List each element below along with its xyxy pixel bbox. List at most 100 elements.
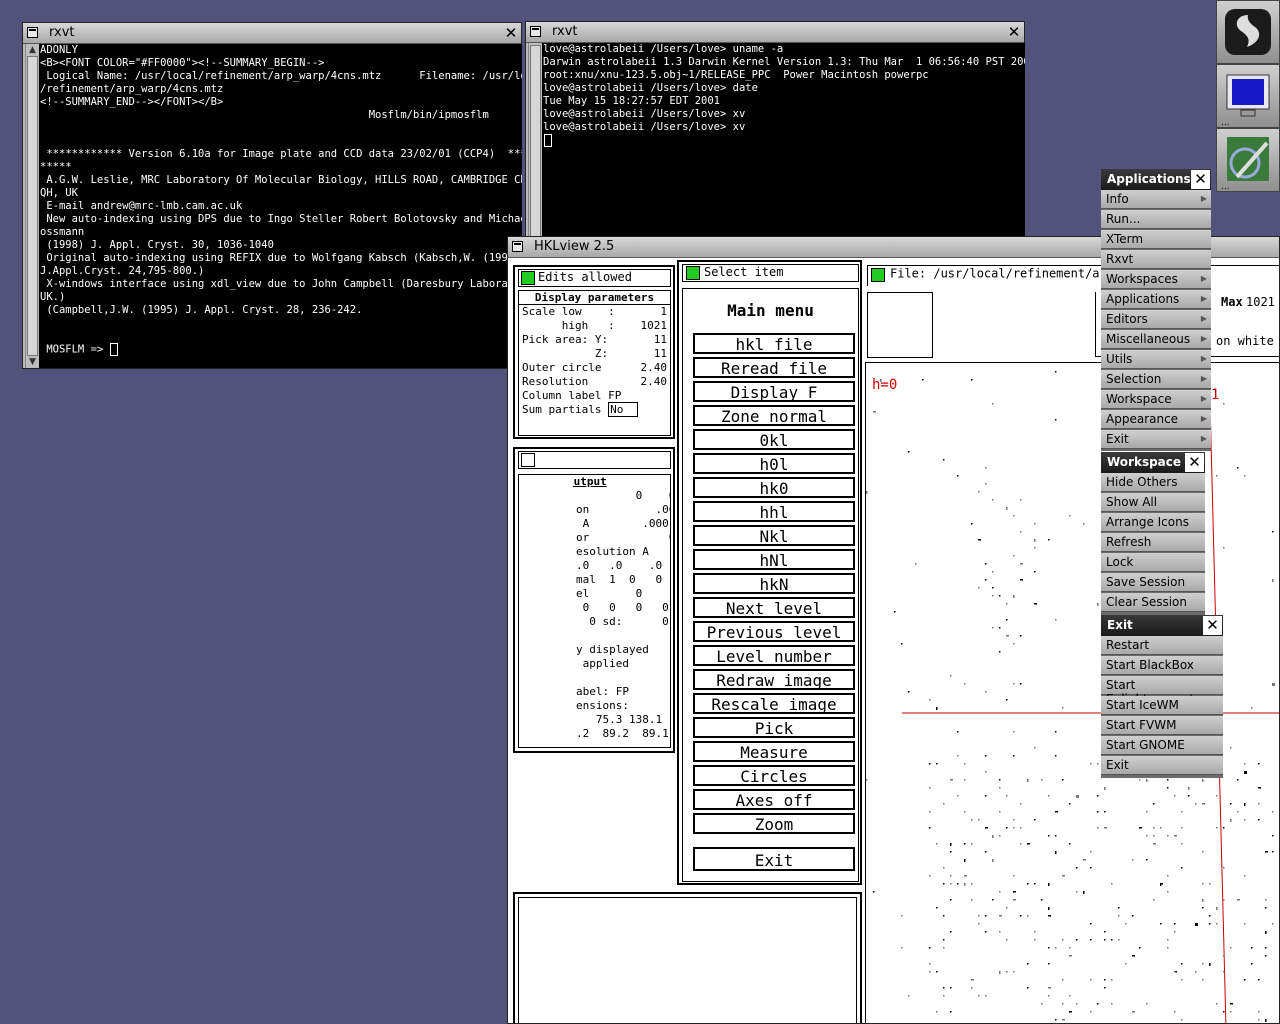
paint-brush-icon[interactable]: ... [1216, 128, 1280, 192]
menu-item-restart[interactable]: Restart [1101, 636, 1223, 655]
menu-item-exit[interactable]: Exit ▶ [1101, 430, 1211, 449]
close-icon[interactable]: ✕ [1203, 616, 1222, 635]
window-menu-icon[interactable] [530, 26, 541, 37]
menu-button-axes-off[interactable]: Axes off [693, 789, 855, 810]
menu-item-refresh[interactable]: Refresh [1101, 533, 1205, 552]
menu-item-rxvt[interactable]: Rxvt [1101, 250, 1211, 269]
menu-item-miscellaneous[interactable]: Miscellaneous ▶ [1101, 330, 1211, 349]
reflection-spot [1202, 803, 1205, 805]
scrollbar[interactable] [528, 43, 542, 238]
menu-button-rescale-image[interactable]: Rescale image [693, 693, 855, 714]
menu-button-hk0[interactable]: hk0 [693, 477, 855, 498]
terminal-output[interactable]: love@astrolabeii /Users/love> uname -a Da… [542, 43, 1025, 238]
menu-item-run-[interactable]: Run... [1101, 210, 1211, 229]
menu-item-xterm[interactable]: XTerm [1101, 230, 1211, 249]
rxvt-window-shell[interactable]: rxvt ✕ love@astrolabeii /Users/love> una… [525, 21, 1025, 238]
select-item-bar[interactable]: Select item [682, 264, 859, 282]
menu-item-utils[interactable]: Utils ▶ [1101, 350, 1211, 369]
param-value[interactable]: 11 [654, 347, 667, 361]
scroll-thumb[interactable] [530, 45, 541, 237]
close-icon[interactable]: ✕ [1006, 24, 1022, 40]
terminal-output[interactable]: ADONLY <B><FONT COLOR="#FF0000"><!--SUMMA… [39, 44, 522, 368]
exit-menu[interactable]: Exit ✕ Restart Start BlackBox Start Enlight… [1101, 615, 1223, 778]
exit-button[interactable]: Exit [693, 847, 855, 871]
sum-partials-value[interactable]: No [608, 402, 639, 417]
menu-item-exit[interactable]: Exit [1101, 756, 1223, 775]
menu-button-circles[interactable]: Circles [693, 765, 855, 786]
menu-item-workspace[interactable]: Workspace ▶ [1101, 390, 1211, 409]
file-bar[interactable]: File: /usr/local/refinement/arp [867, 265, 1279, 286]
menu-button-hkl-file[interactable]: hkl file [693, 333, 855, 354]
title-bar[interactable]: rxvt ✕ [23, 23, 521, 44]
column-value[interactable]: FP [608, 389, 621, 402]
scroll-down-icon[interactable]: ▼ [26, 356, 39, 368]
scroll-up-icon[interactable]: ▲ [26, 44, 39, 56]
menu-button-previous-level[interactable]: Previous level [693, 621, 855, 642]
menu-button-reread-file[interactable]: Reread file [693, 357, 855, 378]
display-params-title: Display parameters [519, 291, 670, 305]
param-value[interactable]: 2.40 [641, 361, 668, 375]
menu-item-selection[interactable]: Selection ▶ [1101, 370, 1211, 389]
toggle-checkbox-icon[interactable] [521, 453, 535, 467]
close-icon[interactable]: ✕ [503, 25, 519, 41]
workspace-menu[interactable]: Workspace ✕ Hide Others Show All Arrange Ic… [1101, 452, 1205, 615]
menu-item-info[interactable]: Info ▶ [1101, 190, 1211, 209]
menu-item-start-gnome[interactable]: Start GNOME [1101, 736, 1223, 755]
menu-button-zoom[interactable]: Zoom [693, 813, 855, 834]
menu-button-next-level[interactable]: Next level [693, 597, 855, 618]
menu-button-h0l[interactable]: h0l [693, 453, 855, 474]
scrollbar[interactable]: ▲ ▼ [25, 44, 39, 368]
menu-button-measure[interactable]: Measure [693, 741, 855, 762]
windowmaker-icon[interactable] [1216, 0, 1280, 64]
scroll-thumb[interactable] [27, 56, 38, 356]
applications-menu[interactable]: Applications ✕ Info ▶ Run... XTerm Rxvt Worksp… [1101, 169, 1211, 451]
menu-item-workspaces[interactable]: Workspaces ▶ [1101, 270, 1211, 289]
output-toggle[interactable] [518, 451, 671, 469]
edits-allowed-toggle[interactable]: Edits allowed [518, 269, 671, 287]
menu-item-start-blackbox[interactable]: Start BlackBox [1101, 656, 1223, 675]
menu-button-display-f[interactable]: Display F [693, 381, 855, 402]
reflection-spot [999, 595, 1001, 597]
close-icon[interactable]: ✕ [1191, 170, 1210, 189]
menu-button-hkn[interactable]: hkN [693, 573, 855, 594]
menu-button-redraw-image[interactable]: Redraw image [693, 669, 855, 690]
menu-button-hhl[interactable]: hhl [693, 501, 855, 522]
menu-item-save-session[interactable]: Save Session [1101, 573, 1205, 592]
param-value[interactable]: 11 [654, 333, 667, 347]
title-bar[interactable]: rxvt ✕ [526, 22, 1024, 43]
menu-item-start-icewm[interactable]: Start IceWM [1101, 696, 1223, 715]
menu-button-hnl[interactable]: hNl [693, 549, 855, 570]
param-value[interactable]: 2.40 [641, 375, 668, 389]
menu-item-hide-others[interactable]: Hide Others [1101, 473, 1205, 492]
menu-item-editors[interactable]: Editors ▶ [1101, 310, 1211, 329]
select-indicator-icon[interactable] [686, 266, 700, 280]
menu-button-nkl[interactable]: Nkl [693, 525, 855, 546]
applications-menu-title[interactable]: Applications ✕ [1101, 169, 1211, 190]
menu-button-level-number[interactable]: Level number [693, 645, 855, 666]
menu-item-applications[interactable]: Applications ▶ [1101, 290, 1211, 309]
max-value[interactable]: 1021 [1246, 295, 1275, 309]
menu-button-pick[interactable]: Pick [693, 717, 855, 738]
workspace-menu-title[interactable]: Workspace ✕ [1101, 452, 1205, 473]
monitor-icon[interactable]: ... [1216, 64, 1280, 128]
menu-item-show-all[interactable]: Show All [1101, 493, 1205, 512]
rxvt-window-mosflm[interactable]: rxvt ✕ ▲ ▼ ADONLY <B><FONT COLOR="#FF0000… [22, 22, 522, 369]
param-value[interactable]: 1021 [641, 319, 668, 333]
reflection-spot [1006, 507, 1008, 510]
toggle-indicator-icon[interactable] [521, 271, 535, 285]
exit-menu-title[interactable]: Exit ✕ [1101, 615, 1223, 636]
window-menu-icon[interactable] [27, 27, 38, 38]
menu-item-start-fvwm[interactable]: Start FVWM [1101, 716, 1223, 735]
param-value[interactable]: 1 [660, 305, 667, 319]
menu-item-lock[interactable]: Lock [1101, 553, 1205, 572]
menu-button-0kl[interactable]: 0kl [693, 429, 855, 450]
file-indicator-icon[interactable] [871, 268, 885, 282]
close-icon[interactable]: ✕ [1185, 453, 1204, 472]
menu-item-start-enlightenment[interactable]: Start Enlightenment [1101, 676, 1223, 706]
menu-item-arrange-icons[interactable]: Arrange Icons [1101, 513, 1205, 532]
window-menu-icon[interactable] [512, 241, 523, 252]
menu-item-appearance[interactable]: Appearance ▶ [1101, 410, 1211, 429]
menu-button-zone-normal[interactable]: Zone normal [693, 405, 855, 426]
reflection-spot [929, 971, 931, 973]
menu-item-clear-session[interactable]: Clear Session [1101, 593, 1205, 612]
